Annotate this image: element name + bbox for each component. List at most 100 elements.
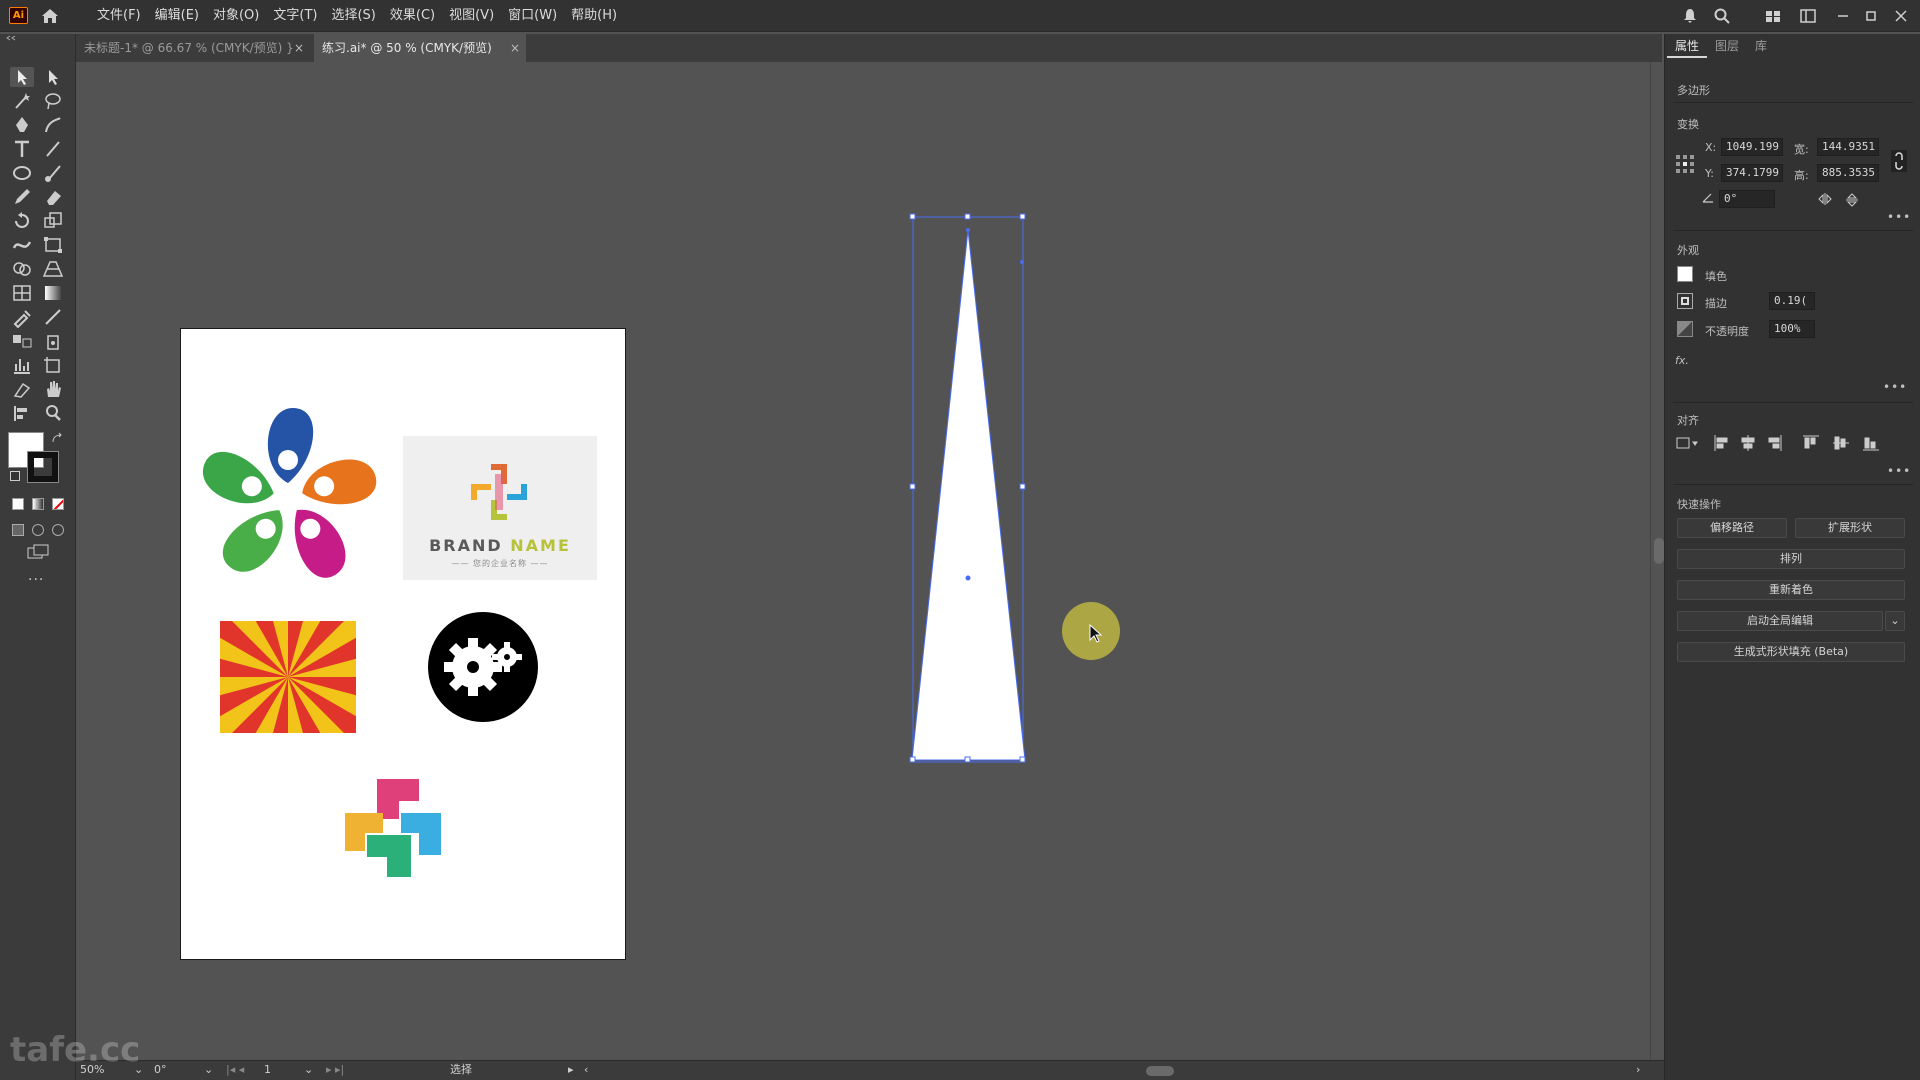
scroll-left-icon[interactable]: ‹: [584, 1062, 588, 1078]
global-edit-button[interactable]: 启动全局编辑: [1677, 611, 1883, 631]
menu-effect[interactable]: 效果(C): [383, 0, 442, 32]
eyedropper-tool[interactable]: [9, 306, 35, 329]
status-menu-arrow-icon[interactable]: ▸: [568, 1062, 574, 1078]
x-field[interactable]: 1049.199: [1721, 138, 1783, 156]
color-mode-button[interactable]: [12, 498, 24, 510]
draw-behind-button[interactable]: [32, 524, 44, 536]
search-icon[interactable]: [1713, 7, 1731, 25]
menu-object[interactable]: 对象(O): [206, 0, 266, 32]
arrange-documents-icon[interactable]: [1799, 7, 1817, 25]
measure-tool[interactable]: [40, 306, 66, 328]
scroll-right-icon[interactable]: ›: [1636, 1062, 1640, 1078]
y-field[interactable]: 374.1799: [1721, 164, 1783, 182]
tab-practice[interactable]: 练习.ai* @ 50 % (CMYK/预览) ×: [314, 34, 526, 62]
blend-tool[interactable]: [9, 330, 35, 352]
magic-wand-tool[interactable]: [9, 90, 35, 112]
more-options-icon[interactable]: •••: [1883, 380, 1907, 394]
flower-logo[interactable]: [193, 403, 383, 593]
constrain-proportions-icon[interactable]: [1891, 150, 1907, 172]
more-tools-icon[interactable]: ···: [28, 572, 44, 588]
tab-close-icon[interactable]: ×: [294, 34, 304, 62]
menu-help[interactable]: 帮助(H): [564, 0, 624, 32]
fx-icon[interactable]: fx.: [1675, 354, 1689, 367]
curvature-tool[interactable]: [40, 114, 66, 136]
menu-type[interactable]: 文字(T): [266, 0, 324, 32]
rotation-value[interactable]: 0°: [154, 1062, 167, 1078]
menu-window[interactable]: 窗口(W): [501, 0, 564, 32]
artboard-nav-next-icon[interactable]: ▸ ▸|: [326, 1062, 344, 1078]
align-tool[interactable]: [9, 402, 35, 424]
menu-file[interactable]: 文件(F): [90, 0, 148, 32]
selection-tool[interactable]: [9, 66, 35, 88]
workspace-icon[interactable]: [1764, 7, 1782, 25]
screen-mode-icon[interactable]: [26, 544, 50, 562]
artboard-number[interactable]: 1: [264, 1062, 271, 1078]
lasso-tool[interactable]: [40, 90, 66, 112]
eraser-tool[interactable]: [40, 186, 66, 208]
bell-icon[interactable]: [1681, 7, 1699, 25]
symbol-sprayer-tool[interactable]: [40, 330, 66, 352]
offset-path-button[interactable]: 偏移路径: [1677, 518, 1787, 538]
slice-tool[interactable]: [9, 378, 35, 400]
home-icon[interactable]: [40, 6, 60, 26]
paintbrush-tool[interactable]: [40, 162, 66, 184]
perspective-grid-tool[interactable]: [40, 258, 66, 280]
minimize-icon[interactable]: [1834, 7, 1852, 25]
sunburst-graphic[interactable]: [220, 621, 356, 733]
width-tool[interactable]: [9, 234, 35, 256]
tab-untitled[interactable]: 未标题-1* @ 66.67 % (CMYK/预览) × }: [76, 34, 310, 62]
opacity-field[interactable]: 100%: [1769, 320, 1815, 338]
line-tool[interactable]: [40, 138, 66, 160]
hand-tool[interactable]: [40, 378, 66, 400]
stroke-label[interactable]: 描边: [1705, 295, 1727, 311]
brand-logo-card[interactable]: BRAND NAME —— 您的企业名称 ——: [403, 436, 597, 580]
menu-edit[interactable]: 编辑(E): [148, 0, 206, 32]
menu-view[interactable]: 视图(V): [442, 0, 501, 32]
generative-fill-button[interactable]: 生成式形状填充 (Beta): [1677, 642, 1905, 662]
default-colors-icon[interactable]: [10, 471, 20, 481]
tab-close-icon[interactable]: ×: [510, 34, 520, 62]
tab-layers[interactable]: 图层: [1707, 34, 1747, 58]
type-tool[interactable]: [9, 138, 35, 160]
artboard-dropdown-icon[interactable]: ⌄: [304, 1062, 313, 1078]
flip-vertical-icon[interactable]: [1845, 192, 1859, 208]
flip-horizontal-icon[interactable]: [1817, 192, 1833, 206]
selected-triangle-shape[interactable]: [908, 212, 1038, 778]
close-icon[interactable]: [1892, 7, 1910, 25]
reference-point-icon[interactable]: [1675, 154, 1695, 174]
more-options-icon[interactable]: •••: [1887, 210, 1911, 224]
opacity-label[interactable]: 不透明度: [1705, 323, 1749, 339]
horizontal-scrollbar-thumb[interactable]: [1146, 1066, 1174, 1076]
global-edit-dropdown[interactable]: ⌄: [1885, 611, 1905, 631]
height-field[interactable]: 885.3535: [1817, 164, 1879, 182]
stroke-weight-field[interactable]: 0.19(: [1769, 292, 1815, 310]
width-field[interactable]: 144.9351: [1817, 138, 1879, 156]
scale-tool[interactable]: [40, 210, 66, 232]
menu-select[interactable]: 选择(S): [324, 0, 382, 32]
ellipse-tool[interactable]: [9, 162, 35, 184]
arrange-button[interactable]: 排列: [1677, 549, 1905, 569]
collapse-icon[interactable]: [6, 34, 20, 42]
more-options-icon[interactable]: •••: [1887, 464, 1911, 478]
align-buttons[interactable]: [1675, 434, 1905, 452]
direct-selection-tool[interactable]: [40, 66, 66, 88]
expand-shape-button[interactable]: 扩展形状: [1795, 518, 1905, 538]
gradient-mode-button[interactable]: [32, 498, 44, 510]
stroke-swatch[interactable]: [27, 451, 59, 483]
tab-libraries[interactable]: 库: [1747, 34, 1775, 58]
none-mode-button[interactable]: [52, 498, 64, 510]
recolor-button[interactable]: 重新着色: [1677, 580, 1905, 600]
column-graph-tool[interactable]: [9, 354, 35, 376]
artboard[interactable]: BRAND NAME —— 您的企业名称 ——: [180, 328, 626, 960]
pencil-tool[interactable]: [9, 186, 35, 208]
mesh-tool[interactable]: [9, 282, 35, 304]
free-transform-tool[interactable]: [40, 234, 66, 256]
shape-builder-tool[interactable]: [9, 258, 35, 280]
pen-tool[interactable]: [9, 114, 35, 136]
rotation-dropdown-icon[interactable]: ⌄: [204, 1062, 213, 1078]
tab-properties[interactable]: 属性: [1667, 34, 1708, 58]
draw-inside-button[interactable]: [52, 524, 64, 536]
rotate-tool[interactable]: [9, 210, 35, 232]
fill-swatch[interactable]: [1677, 266, 1693, 282]
stroke-swatch[interactable]: [1677, 293, 1693, 309]
